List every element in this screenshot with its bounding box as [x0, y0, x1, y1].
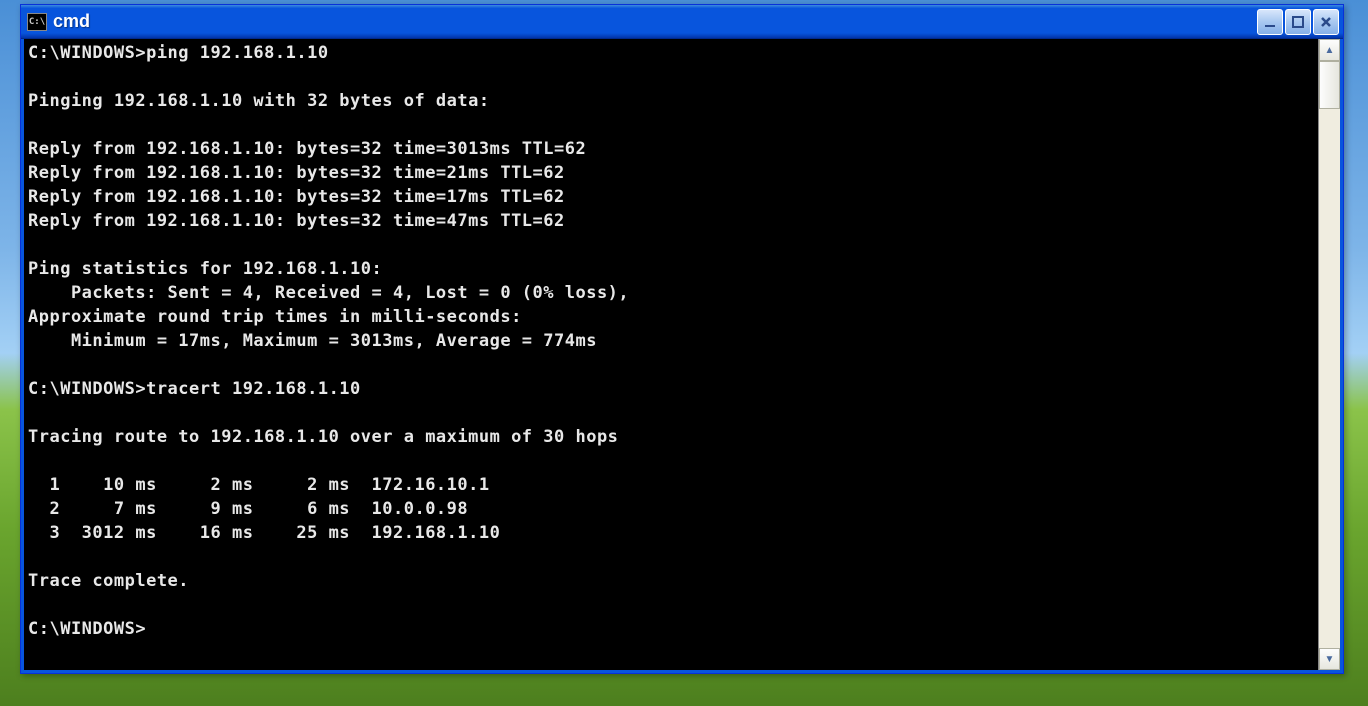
- window-title: cmd: [53, 11, 1257, 32]
- close-button[interactable]: [1313, 9, 1339, 35]
- scroll-thumb[interactable]: [1319, 61, 1340, 109]
- maximize-button[interactable]: [1285, 9, 1311, 35]
- vertical-scrollbar[interactable]: ▲ ▼: [1318, 39, 1340, 670]
- cmd-window: C:\ cmd C:\WINDOWS>ping 192.168.1.10 Pin…: [20, 4, 1344, 674]
- arrow-down-icon: ▼: [1325, 654, 1335, 665]
- minimize-button[interactable]: [1257, 9, 1283, 35]
- titlebar[interactable]: C:\ cmd: [21, 5, 1343, 39]
- scroll-down-button[interactable]: ▼: [1319, 648, 1340, 670]
- scroll-up-button[interactable]: ▲: [1319, 39, 1340, 61]
- window-body: C:\WINDOWS>ping 192.168.1.10 Pinging 192…: [21, 39, 1343, 673]
- console-output[interactable]: C:\WINDOWS>ping 192.168.1.10 Pinging 192…: [24, 39, 1318, 670]
- scroll-track[interactable]: [1319, 61, 1340, 648]
- arrow-up-icon: ▲: [1325, 45, 1335, 56]
- cmd-icon: C:\: [27, 13, 47, 31]
- window-controls: [1257, 9, 1339, 35]
